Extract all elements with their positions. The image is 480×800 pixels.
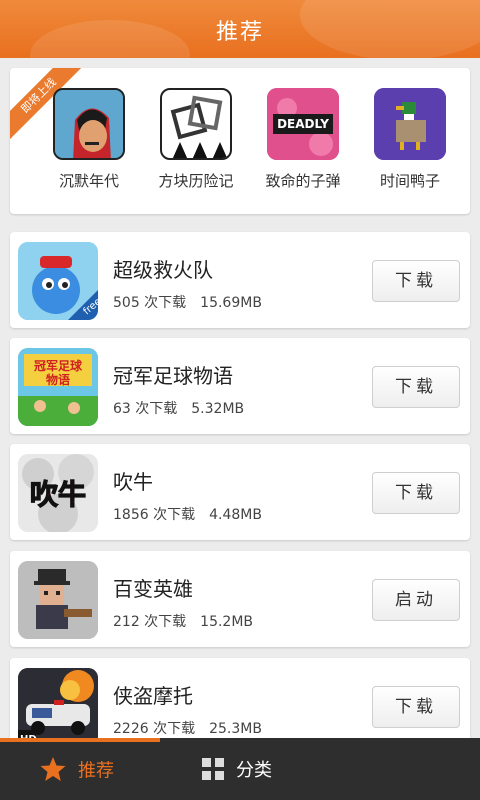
file-size: 15.2MB	[200, 614, 254, 630]
fire-rescue-icon: free	[18, 242, 98, 320]
moto-icon: HD	[18, 668, 98, 746]
bottom-nav: 推荐 分类	[0, 738, 480, 800]
time-duck-icon	[374, 88, 446, 160]
hero-icon	[18, 561, 98, 639]
download-count: 1856 次下载	[113, 507, 196, 523]
featured-item[interactable]: 沉默年代	[44, 88, 134, 191]
app-list-item[interactable]: 吹牛 吹牛 1856 次下载 4.48MB 下载	[10, 444, 470, 540]
file-size: 15.69MB	[200, 295, 262, 311]
featured-section: 即将上线 沉默年代 方块历险记 DEADLY 致命的子弹 时间鸭子	[10, 68, 470, 214]
star-icon	[40, 756, 66, 787]
download-count: 63 次下载	[113, 401, 178, 417]
tab-label: 推荐	[78, 760, 114, 782]
soccer-story-icon: 冠军足球 物语	[18, 348, 98, 426]
active-tab-indicator	[0, 738, 160, 742]
download-count: 2226 次下载	[113, 721, 196, 737]
file-size: 25.3MB	[209, 721, 262, 737]
app-list-item[interactable]: 冠军足球 物语 冠军足球物语 63 次下载 5.32MB 下载	[10, 338, 470, 434]
featured-item[interactable]: DEADLY 致命的子弹	[258, 88, 348, 191]
featured-item-label: 时间鸭子	[379, 172, 440, 190]
launch-button[interactable]: 启动	[372, 579, 460, 621]
app-meta: 505 次下载 15.69MB	[113, 292, 262, 312]
download-button[interactable]: 下载	[372, 686, 460, 728]
silent-age-icon	[53, 88, 125, 160]
download-button[interactable]: 下载	[372, 260, 460, 302]
app-meta: 63 次下载 5.32MB	[113, 398, 244, 418]
featured-item-label: 致命的子弹	[265, 172, 341, 190]
tab-category[interactable]: 分类	[202, 756, 272, 785]
app-list-item[interactable]: 百变英雄 212 次下载 15.2MB 启动	[10, 551, 470, 647]
file-size: 4.48MB	[209, 507, 262, 523]
tab-label: 分类	[236, 760, 272, 781]
featured-item-label: 方块历险记	[158, 172, 234, 190]
svg-text:吹牛: 吹牛	[30, 478, 86, 511]
app-name: 侠盗摩托	[113, 684, 193, 708]
tab-recommend[interactable]: 推荐	[40, 756, 114, 787]
featured-item[interactable]: 方块历险记	[151, 88, 241, 191]
app-name: 吹牛	[113, 470, 153, 494]
app-name: 超级救火队	[113, 258, 213, 282]
app-header: 推荐	[0, 0, 480, 58]
app-list-item[interactable]: free 超级救火队 505 次下载 15.69MB 下载	[10, 232, 470, 328]
page-title: 推荐	[215, 20, 264, 45]
download-count: 505 次下载	[113, 295, 187, 311]
download-button[interactable]: 下载	[372, 366, 460, 408]
svg-text:物语: 物语	[46, 372, 70, 387]
app-name: 冠军足球物语	[113, 364, 233, 388]
grid-icon	[202, 757, 224, 785]
svg-text:DEADLY: DEADLY	[277, 117, 329, 131]
download-count: 212 次下载	[113, 614, 187, 630]
app-name: 百变英雄	[113, 577, 193, 601]
deadly-bullet-icon: DEADLY	[267, 88, 339, 160]
svg-text:冠军足球: 冠军足球	[34, 358, 83, 373]
featured-item[interactable]: 时间鸭子	[365, 88, 455, 191]
app-meta: 1856 次下载 4.48MB	[113, 504, 262, 524]
download-button[interactable]: 下载	[372, 472, 460, 514]
bluff-icon: 吹牛	[18, 454, 98, 532]
block-adventure-icon	[160, 88, 232, 160]
app-meta: 212 次下载 15.2MB	[113, 611, 253, 631]
file-size: 5.32MB	[191, 401, 245, 417]
featured-item-label: 沉默年代	[58, 172, 119, 190]
app-meta: 2226 次下载 25.3MB	[113, 718, 262, 738]
